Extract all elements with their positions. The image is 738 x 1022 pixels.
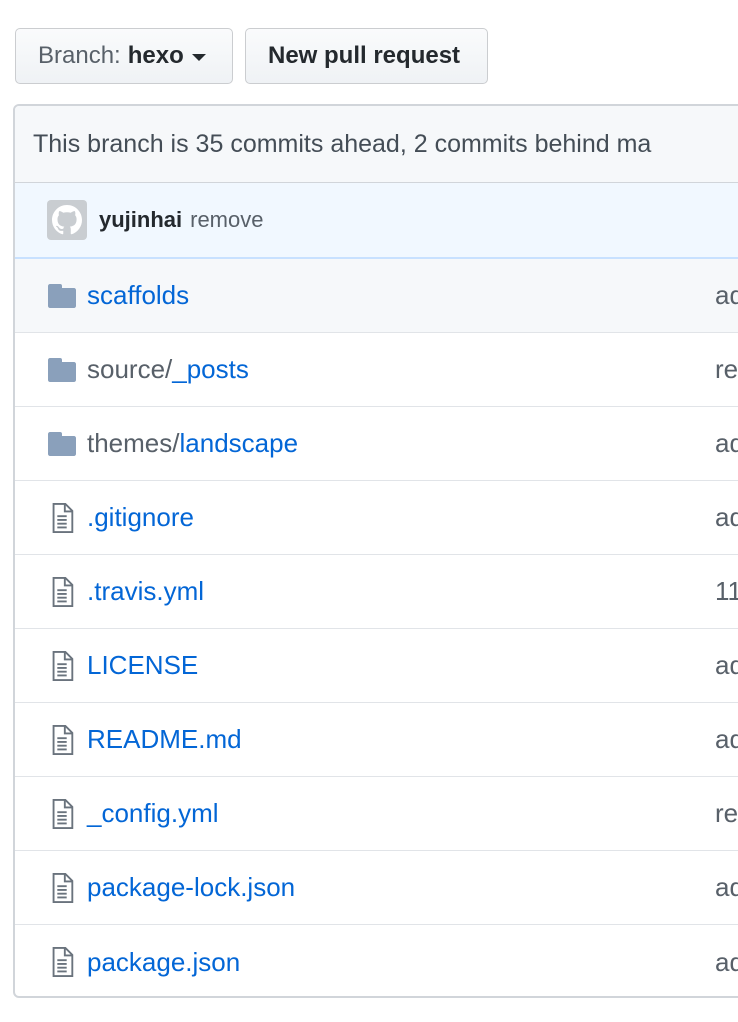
branch-prefix-label: Branch: bbox=[38, 42, 121, 69]
file-commit-message[interactable]: ad bbox=[715, 724, 738, 755]
file-row[interactable]: README.md ad bbox=[15, 703, 738, 777]
file-commit-message[interactable]: re bbox=[715, 354, 738, 385]
file-commit-message[interactable]: 11 bbox=[715, 576, 738, 607]
branch-status-text: This branch is 35 commits ahead, 2 commi… bbox=[33, 129, 652, 158]
branch-select-button[interactable]: Branch: hexo bbox=[15, 28, 233, 84]
branch-toolbar: Branch: hexo New pull request bbox=[15, 28, 488, 84]
file-name: themes/landscape bbox=[87, 428, 298, 459]
file-row[interactable]: .travis.yml 11 bbox=[15, 555, 738, 629]
file-name: source/_posts bbox=[87, 354, 249, 385]
file-name-link[interactable]: landscape bbox=[180, 428, 299, 458]
file-icon bbox=[47, 650, 77, 681]
file-commit-message[interactable]: ad bbox=[715, 947, 738, 978]
latest-commit-bar: yujinhai remove bbox=[15, 183, 738, 259]
github-octocat-icon[interactable] bbox=[47, 200, 87, 240]
file-parent-dir: source/ bbox=[87, 354, 173, 384]
file-name: package-lock.json bbox=[87, 872, 295, 903]
file-name: .gitignore bbox=[87, 502, 194, 533]
new-pull-request-button[interactable]: New pull request bbox=[245, 28, 488, 84]
folder-icon bbox=[47, 283, 77, 308]
file-name-link[interactable]: package.json bbox=[87, 947, 240, 977]
file-name-link[interactable]: _config.yml bbox=[87, 798, 219, 828]
file-list: scaffoldsadsource/_postsrethemes/landsca… bbox=[15, 259, 738, 996]
file-row[interactable]: themes/landscape ad bbox=[15, 407, 738, 481]
branch-name-label: hexo bbox=[127, 42, 184, 69]
file-name-link[interactable]: LICENSE bbox=[87, 650, 198, 680]
folder-icon bbox=[47, 357, 77, 382]
file-row[interactable]: package.json ad bbox=[15, 925, 738, 996]
file-name: package.json bbox=[87, 947, 240, 978]
file-name-link[interactable]: _posts bbox=[172, 354, 249, 384]
file-name-link[interactable]: package-lock.json bbox=[87, 872, 295, 902]
file-commit-message[interactable]: ad bbox=[715, 650, 738, 681]
file-icon bbox=[47, 724, 77, 755]
file-name-link[interactable]: .travis.yml bbox=[87, 576, 204, 606]
file-name-link[interactable]: .gitignore bbox=[87, 502, 194, 532]
file-name: README.md bbox=[87, 724, 242, 755]
commit-author-link[interactable]: yujinhai bbox=[99, 207, 182, 233]
caret-down-icon bbox=[191, 54, 206, 61]
file-row[interactable]: .gitignore ad bbox=[15, 481, 738, 555]
file-row[interactable]: scaffolds ad bbox=[15, 259, 738, 333]
commit-message-link[interactable]: remove bbox=[190, 207, 263, 233]
file-row[interactable]: source/_posts re bbox=[15, 333, 738, 407]
folder-icon bbox=[47, 431, 77, 456]
file-commit-message[interactable]: ad bbox=[715, 502, 738, 533]
file-icon bbox=[47, 576, 77, 607]
file-row[interactable]: package-lock.json ad bbox=[15, 851, 738, 925]
file-name-link[interactable]: scaffolds bbox=[87, 280, 189, 310]
file-browser: This branch is 35 commits ahead, 2 commi… bbox=[13, 104, 738, 998]
file-icon bbox=[47, 947, 77, 977]
file-icon bbox=[47, 798, 77, 829]
file-name-link[interactable]: README.md bbox=[87, 724, 242, 754]
file-name: scaffolds bbox=[87, 280, 189, 311]
branch-status-bar: This branch is 35 commits ahead, 2 commi… bbox=[15, 106, 738, 183]
file-name: LICENSE bbox=[87, 650, 198, 681]
file-icon bbox=[47, 872, 77, 903]
file-commit-message[interactable]: ad bbox=[715, 872, 738, 903]
file-icon bbox=[47, 502, 77, 533]
file-name: _config.yml bbox=[87, 798, 219, 829]
file-name: .travis.yml bbox=[87, 576, 204, 607]
file-row[interactable]: _config.yml re bbox=[15, 777, 738, 851]
file-commit-message[interactable]: ad bbox=[715, 280, 738, 311]
file-commit-message[interactable]: re bbox=[715, 798, 738, 829]
file-commit-message[interactable]: ad bbox=[715, 428, 738, 459]
file-row[interactable]: LICENSE ad bbox=[15, 629, 738, 703]
file-parent-dir: themes/ bbox=[87, 428, 180, 458]
